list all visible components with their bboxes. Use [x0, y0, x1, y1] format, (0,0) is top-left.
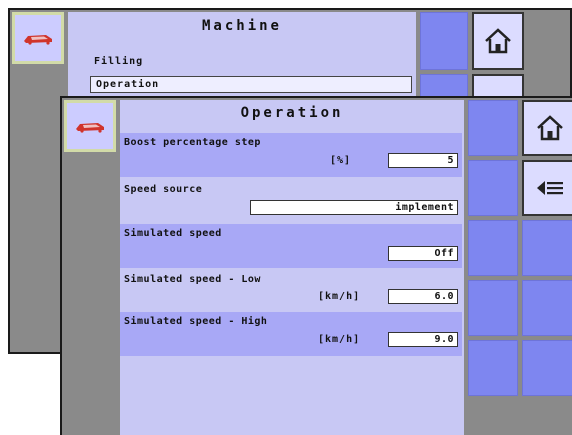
softkey-blank-6[interactable] [522, 220, 572, 276]
back-button[interactable] [522, 160, 572, 216]
machine-logo-icon [76, 123, 104, 133]
machine-logo-icon [24, 35, 52, 45]
back-arrow-icon [537, 181, 563, 195]
softkey-blank-1[interactable] [420, 12, 468, 70]
setting-row-speed-low[interactable]: Simulated speed - Low [km/h] 6.0 [120, 270, 462, 314]
setting-label: Simulated speed [124, 228, 222, 239]
setting-value-field[interactable]: implement [250, 200, 458, 215]
setting-row-simulated-speed[interactable]: Simulated speed Off [120, 224, 462, 268]
logo-box [12, 12, 64, 64]
setting-unit: [km/h] [318, 334, 361, 345]
softkey-blank-1[interactable] [468, 100, 518, 156]
setting-row-speed-source[interactable]: Speed source implement [120, 180, 462, 224]
softkey-blank-3[interactable] [468, 220, 518, 276]
menu-item-operation[interactable]: Operation [90, 76, 412, 93]
setting-value-field[interactable]: 6.0 [388, 289, 458, 304]
menu-item-filling[interactable]: Filling [94, 56, 143, 67]
setting-label: Boost percentage step [124, 137, 261, 148]
page-title: Operation [240, 105, 344, 121]
home-button[interactable] [472, 12, 524, 70]
setting-label: Simulated speed - High [124, 316, 268, 327]
setting-label: Speed source [124, 184, 203, 195]
setting-unit: [%] [330, 155, 352, 166]
home-icon [485, 28, 511, 54]
softkey-blank-2[interactable] [468, 160, 518, 216]
logo-box [64, 100, 116, 152]
page-title: Machine [201, 18, 282, 34]
setting-label: Simulated speed - Low [124, 274, 261, 285]
softkey-blank-4[interactable] [468, 280, 518, 336]
home-button[interactable] [522, 100, 572, 156]
setting-unit: [km/h] [318, 291, 361, 302]
operation-screen: Operation Boost percentage step [%] 5 Sp… [60, 96, 572, 435]
softkey-blank-5[interactable] [468, 340, 518, 396]
setting-value-field[interactable]: Off [388, 246, 458, 261]
softkey-blank-7[interactable] [522, 280, 572, 336]
setting-value-field[interactable]: 9.0 [388, 332, 458, 347]
setting-row-boost[interactable]: Boost percentage step [%] 5 [120, 133, 462, 177]
home-icon [537, 115, 563, 141]
setting-row-speed-high[interactable]: Simulated speed - High [km/h] 9.0 [120, 312, 462, 356]
softkey-blank-8[interactable] [522, 340, 572, 396]
setting-value-field[interactable]: 5 [388, 153, 458, 168]
operation-panel: Operation Boost percentage step [%] 5 Sp… [120, 100, 464, 435]
